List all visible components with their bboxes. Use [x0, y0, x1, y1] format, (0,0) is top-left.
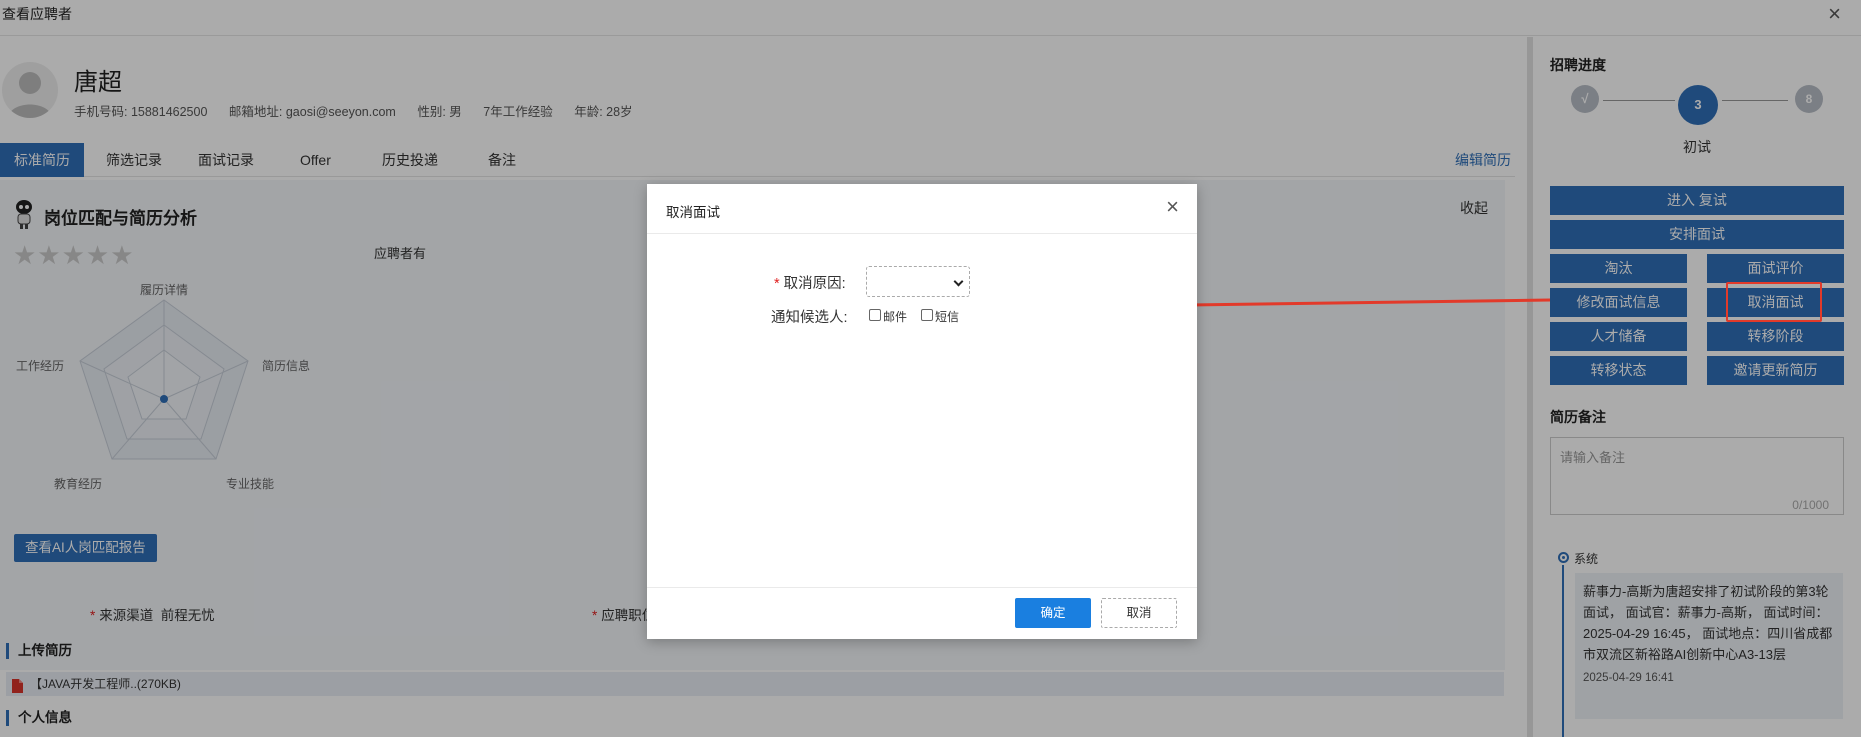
dialog-footer-divider: [647, 587, 1197, 588]
annotation-highlight-box: [1726, 282, 1822, 322]
email-checkbox-label: 邮件: [883, 310, 908, 324]
dialog-header: 取消面试 ×: [647, 184, 1197, 234]
dialog-title: 取消面试: [666, 205, 720, 220]
cancel-reason-label: * 取消原因:: [774, 276, 846, 292]
dialog-close-icon[interactable]: ×: [1166, 196, 1179, 218]
sms-checkbox[interactable]: [921, 309, 933, 321]
email-checkbox[interactable]: [869, 309, 881, 321]
confirm-button[interactable]: 确定: [1015, 598, 1091, 628]
cancel-reason-text: 取消原因:: [783, 276, 846, 292]
cancel-button[interactable]: 取消: [1101, 598, 1177, 628]
cancel-reason-select[interactable]: [866, 266, 970, 297]
cancel-interview-dialog: 取消面试 × * 取消原因: 通知候选人: 邮件 短信 确定 取消: [647, 184, 1197, 639]
notify-candidate-label: 通知候选人:: [771, 310, 848, 326]
sms-checkbox-label: 短信: [935, 310, 960, 324]
